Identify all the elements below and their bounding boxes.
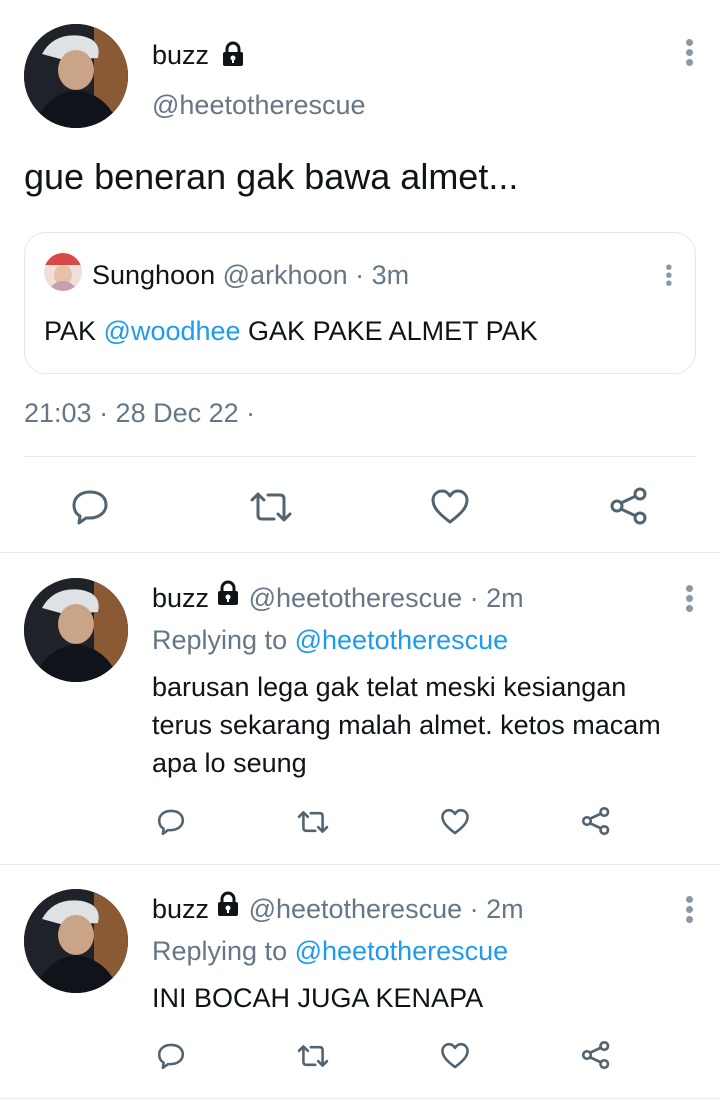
main-tweet-text: gue beneran gak bawa almet... [24, 156, 519, 197]
heart-icon [441, 808, 469, 835]
reply-user-handle[interactable]: @heetotherescue [249, 894, 463, 924]
quote-user-handle[interactable]: @arkhoon [223, 260, 348, 290]
reply-text-line: barusan lega gak telat meski kesiangan [152, 672, 627, 702]
reply-separator: · [469, 583, 479, 613]
reply-retweet-button[interactable] [296, 1042, 330, 1070]
main-avatar[interactable] [24, 24, 128, 128]
reply-text-line: terus sekarang malah almet. ketos macam [152, 710, 661, 740]
speech-bubble-icon [72, 490, 108, 525]
reply-like-button[interactable] [440, 1042, 470, 1070]
divider [0, 864, 720, 865]
quote-more-icon[interactable] [662, 262, 675, 291]
quote-time: 3m [371, 260, 410, 290]
retweet-icon [250, 492, 292, 522]
reply-share-button[interactable] [580, 1040, 612, 1070]
share-icon [610, 487, 647, 525]
speech-bubble-icon [157, 809, 185, 836]
quote-separator: · [355, 260, 365, 290]
reply-text-line: INI BOCAH JUGA KENAPA [152, 983, 484, 1013]
speech-bubble-icon [157, 1043, 185, 1070]
reply-user-handle[interactable]: @heetotherescue [249, 583, 463, 613]
quoted-tweet[interactable] [24, 232, 696, 374]
reply-more-icon[interactable] [681, 582, 697, 618]
share-icon [581, 806, 610, 836]
lock-icon [215, 891, 241, 924]
reply-more-icon[interactable] [681, 893, 697, 929]
reply-avatar[interactable] [24, 889, 128, 993]
lock-icon [220, 41, 246, 72]
reply-reply-button[interactable] [156, 1042, 186, 1070]
divider [0, 1098, 720, 1099]
reply-text: barusan lega gak telat meski kesiangan t… [152, 668, 661, 782]
reply-user-name[interactable]: buzz [152, 583, 209, 613]
divider [0, 552, 720, 553]
reply-like-button[interactable] [440, 808, 470, 836]
quote-user-name[interactable]: Sunghoon [92, 260, 215, 290]
avatar-photo [24, 578, 128, 682]
quote-text-prefix: PAK [44, 316, 104, 346]
main-user-handle[interactable]: @heetotherescue [152, 90, 366, 121]
replying-to-label: Replying to [152, 625, 288, 655]
quote-mention-link[interactable]: @woodhee [104, 316, 241, 346]
main-reply-button[interactable] [70, 488, 110, 526]
main-share-button[interactable] [608, 486, 650, 526]
replying-to-link[interactable]: @heetotherescue [295, 936, 509, 966]
main-more-icon[interactable] [681, 36, 697, 72]
main-timestamp[interactable]: 21:03 · 28 Dec 22 · [24, 398, 255, 429]
quote-text-suffix: GAK PAKE ALMET PAK [240, 316, 538, 346]
retweet-icon [297, 811, 329, 833]
main-user-name[interactable]: buzz [152, 40, 209, 70]
replying-to-label: Replying to [152, 936, 288, 966]
reply-text: INI BOCAH JUGA KENAPA [152, 979, 483, 1017]
retweet-icon [297, 1045, 329, 1067]
quote-avatar[interactable] [44, 253, 82, 291]
reply-avatar[interactable] [24, 578, 128, 682]
share-icon [581, 1040, 610, 1070]
main-like-button[interactable] [430, 488, 470, 526]
reply-text-line: apa lo seung [152, 748, 307, 778]
reply-user-name[interactable]: buzz [152, 894, 209, 924]
main-retweet-button[interactable] [248, 488, 294, 526]
quote-text: PAK @woodhee GAK PAKE ALMET PAK [44, 316, 538, 347]
lock-icon [215, 580, 241, 613]
reply-share-button[interactable] [580, 806, 612, 836]
reply-time: 2m [486, 583, 524, 613]
heart-icon [441, 1042, 469, 1069]
quote-avatar-photo [44, 253, 82, 291]
reply-reply-button[interactable] [156, 808, 186, 836]
avatar-photo [24, 889, 128, 993]
reply-retweet-button[interactable] [296, 808, 330, 836]
reply-separator: · [469, 894, 479, 924]
reply-time: 2m [486, 894, 524, 924]
heart-icon [431, 489, 469, 524]
avatar-photo [24, 24, 128, 128]
replying-to-link[interactable]: @heetotherescue [295, 625, 509, 655]
divider [24, 456, 696, 457]
